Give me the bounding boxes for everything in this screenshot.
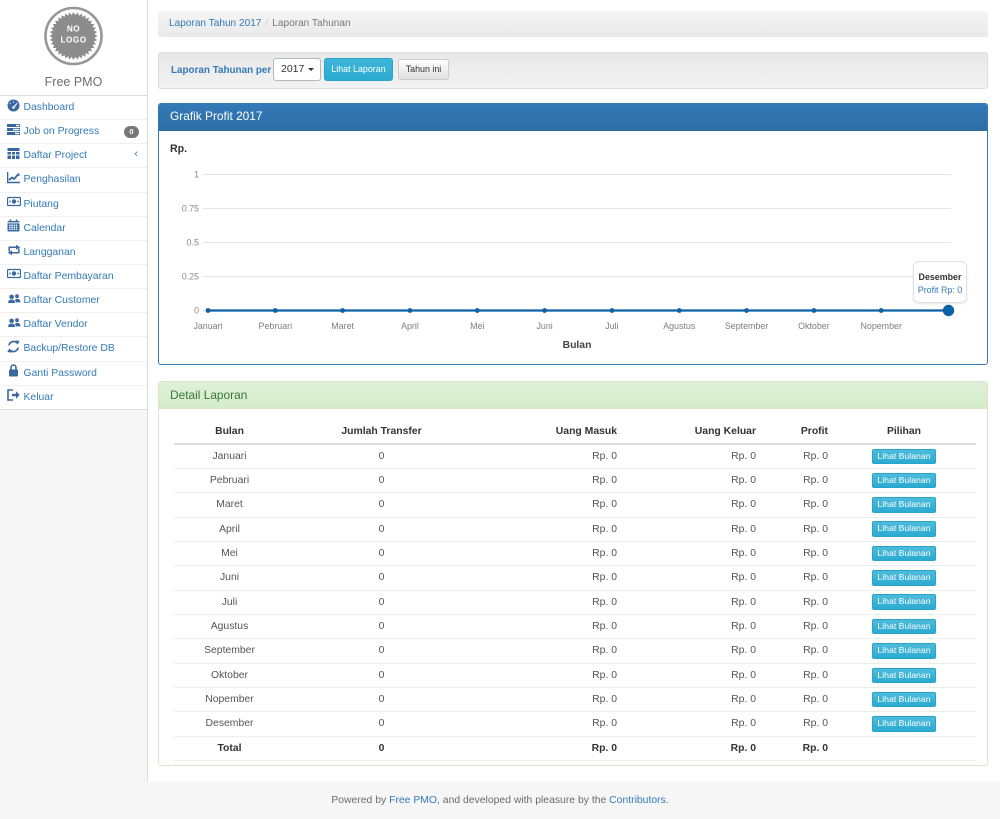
svg-text:0.5: 0.5 bbox=[187, 238, 199, 248]
svg-text:NO: NO bbox=[67, 25, 80, 34]
svg-text:Maret: Maret bbox=[331, 321, 354, 331]
svg-text:Bulan: Bulan bbox=[563, 340, 592, 351]
svg-text:Oktober: Oktober bbox=[798, 321, 830, 331]
svg-text:Januari: Januari bbox=[193, 321, 222, 331]
svg-text:0.75: 0.75 bbox=[182, 204, 199, 214]
svg-text:0.25: 0.25 bbox=[182, 272, 199, 282]
svg-text:0: 0 bbox=[194, 306, 199, 316]
svg-text:September: September bbox=[725, 321, 768, 331]
svg-text:Nopember: Nopember bbox=[860, 321, 901, 331]
svg-text:LOGO: LOGO bbox=[60, 36, 86, 45]
svg-text:Agustus: Agustus bbox=[663, 321, 696, 331]
svg-text:Mei: Mei bbox=[470, 321, 484, 331]
svg-text:1: 1 bbox=[194, 170, 199, 180]
svg-text:Pebruari: Pebruari bbox=[259, 321, 293, 331]
svg-text:Juli: Juli bbox=[605, 321, 618, 331]
svg-text:April: April bbox=[401, 321, 419, 331]
svg-text:Juni: Juni bbox=[536, 321, 552, 331]
